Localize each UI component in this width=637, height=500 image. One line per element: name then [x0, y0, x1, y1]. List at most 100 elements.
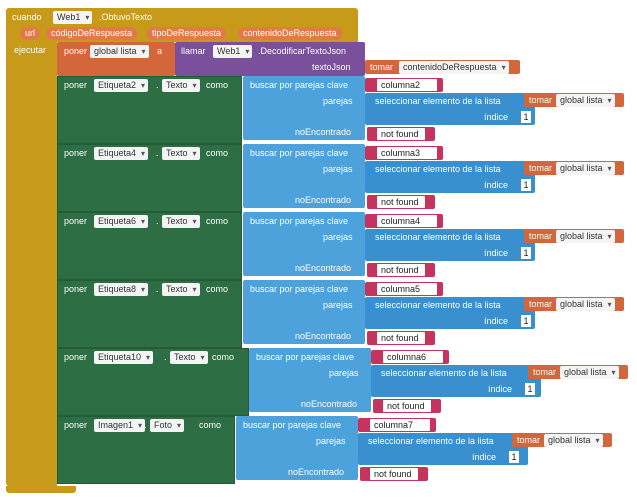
global-list-dropdown[interactable]: global lista — [556, 94, 615, 107]
param-response-type[interactable]: tipoDeRespuesta — [147, 27, 227, 40]
component-dropdown[interactable]: Etiqueta6 — [94, 215, 149, 228]
not-found-string-value[interactable]: not found — [370, 468, 418, 480]
set-global-var-dropdown[interactable]: global lista — [90, 45, 149, 58]
pairs-label: parejas — [316, 436, 346, 446]
key-string-value[interactable]: columna5 — [377, 283, 437, 295]
not-found-string-value[interactable]: not found — [377, 264, 425, 276]
key-string-value[interactable]: columna6 — [383, 351, 443, 363]
not-found-string-block[interactable]: not found — [373, 399, 441, 413]
to-label: como — [206, 284, 229, 294]
component-dropdown[interactable]: Etiqueta10 — [94, 351, 154, 364]
index-number-block[interactable]: 1 — [518, 178, 534, 192]
property-dropdown[interactable]: Texto — [162, 215, 200, 228]
get-label: tomar — [529, 299, 553, 309]
index-number-value[interactable]: 1 — [521, 315, 531, 327]
decode-component-dropdown[interactable]: Web1 — [213, 45, 253, 58]
key-string-block[interactable]: columna7 — [358, 418, 436, 432]
dot-label: . — [144, 420, 147, 430]
lookup-label: buscar por parejas clave — [256, 352, 355, 362]
set-label: poner — [64, 352, 88, 362]
index-label: índice — [484, 180, 509, 190]
key-string-block[interactable]: columna4 — [365, 214, 443, 228]
select-label: seleccionar elemento de la lista — [375, 164, 501, 174]
key-string-block[interactable]: columna6 — [371, 350, 449, 364]
call-label: llamar — [181, 46, 206, 56]
index-number-block[interactable]: 1 — [518, 246, 534, 260]
index-number-block[interactable]: 1 — [506, 450, 522, 464]
global-list-dropdown[interactable]: global lista — [556, 230, 615, 243]
component-dropdown[interactable]: Etiqueta4 — [94, 147, 149, 160]
to-label: como — [206, 148, 229, 158]
property-dropdown[interactable]: Texto — [162, 79, 200, 92]
property-dropdown[interactable]: Texto — [162, 147, 200, 160]
to-label: como — [206, 80, 229, 90]
get-label: tomar — [529, 163, 553, 173]
pairs-label: parejas — [323, 232, 353, 242]
index-number-value[interactable]: 1 — [525, 383, 535, 395]
component-dropdown[interactable]: Imagen1 — [94, 419, 146, 432]
index-label: índice — [472, 452, 497, 462]
key-string-value[interactable]: columna3 — [377, 147, 437, 159]
param-url[interactable]: url — [20, 27, 41, 40]
global-list-dropdown[interactable]: global lista — [560, 366, 619, 379]
key-string-block[interactable]: columna2 — [365, 78, 443, 92]
index-number-value[interactable]: 1 — [521, 111, 531, 123]
not-found-label: noEncontrado — [288, 467, 345, 477]
pairs-label: parejas — [329, 368, 359, 378]
index-number-block[interactable]: 1 — [518, 110, 534, 124]
component-dropdown[interactable]: Etiqueta2 — [94, 79, 149, 92]
property-dropdown[interactable]: Foto — [150, 419, 185, 432]
set-label: poner — [64, 80, 88, 90]
pairs-label: parejas — [323, 96, 353, 106]
index-number-value[interactable]: 1 — [521, 179, 531, 191]
param-response-content[interactable]: contenidoDeRespuesta — [238, 27, 342, 40]
global-list-dropdown[interactable]: global lista — [556, 298, 615, 311]
not-found-label: noEncontrado — [301, 399, 358, 409]
select-label: seleccionar elemento de la lista — [375, 232, 501, 242]
not-found-string-block[interactable]: not found — [367, 331, 435, 345]
select-label: seleccionar elemento de la lista — [375, 300, 501, 310]
lookup-label: buscar por parejas clave — [250, 80, 349, 90]
index-number-block[interactable]: 1 — [518, 314, 534, 328]
key-string-value[interactable]: columna4 — [377, 215, 437, 227]
not-found-string-block[interactable]: not found — [360, 467, 428, 481]
to-label: como — [212, 352, 235, 362]
key-string-value[interactable]: columna2 — [377, 79, 437, 91]
key-string-block[interactable]: columna5 — [365, 282, 443, 296]
not-found-string-block[interactable]: not found — [367, 195, 435, 209]
lookup-label: buscar por parejas clave — [250, 284, 349, 294]
index-number-value[interactable]: 1 — [509, 451, 519, 463]
index-number-value[interactable]: 1 — [521, 247, 531, 259]
select-label: seleccionar elemento de la lista — [375, 96, 501, 106]
get-label: tomar — [370, 62, 394, 72]
not-found-string-block[interactable]: not found — [367, 263, 435, 277]
not-found-string-value[interactable]: not found — [377, 332, 425, 344]
not-found-string-value[interactable]: not found — [377, 128, 425, 140]
global-list-dropdown[interactable]: global lista — [544, 434, 603, 447]
not-found-label: noEncontrado — [295, 127, 352, 137]
global-list-dropdown[interactable]: global lista — [556, 162, 615, 175]
lookup-label: buscar por parejas clave — [243, 420, 342, 430]
property-dropdown[interactable]: Texto — [162, 283, 200, 296]
index-number-block[interactable]: 1 — [522, 382, 538, 396]
do-label: ejecutar — [14, 45, 47, 55]
to-label: como — [199, 420, 222, 430]
dot-label: . — [164, 352, 167, 362]
dot-label: . — [156, 148, 159, 158]
param-response-code[interactable]: códigoDeRespuesta — [46, 27, 138, 40]
set-label: poner — [64, 420, 88, 430]
pairs-label: parejas — [323, 300, 353, 310]
not-found-string-block[interactable]: not found — [367, 127, 435, 141]
dot-label: . — [156, 80, 159, 90]
not-found-string-value[interactable]: not found — [383, 400, 431, 412]
get-response-content-dropdown[interactable]: contenidoDeRespuesta — [399, 61, 509, 74]
event-component-dropdown[interactable]: Web1 — [53, 11, 93, 24]
key-string-block[interactable]: columna3 — [365, 146, 443, 160]
to-label: como — [206, 216, 229, 226]
get-label: tomar — [517, 435, 541, 445]
not-found-string-value[interactable]: not found — [377, 196, 425, 208]
key-string-value[interactable]: columna7 — [370, 419, 430, 431]
property-dropdown[interactable]: Texto — [170, 351, 208, 364]
pairs-label: parejas — [323, 164, 353, 174]
component-dropdown[interactable]: Etiqueta8 — [94, 283, 149, 296]
